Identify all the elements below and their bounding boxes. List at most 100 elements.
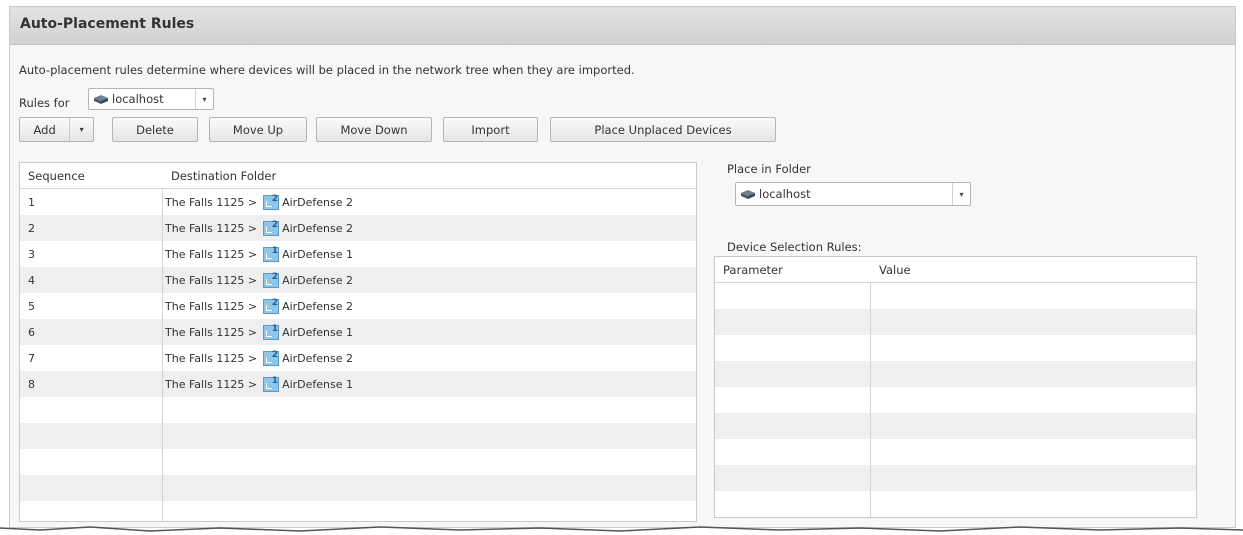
value-cell bbox=[871, 387, 1196, 413]
column-header-value[interactable]: Value bbox=[871, 257, 911, 282]
torn-edge bbox=[0, 526, 1243, 535]
folder-badge: 2 bbox=[271, 349, 279, 360]
table-row[interactable]: 4 The Falls 1125 > 2 AirDefense 2 bbox=[20, 267, 696, 293]
device-selection-rules-label: Device Selection Rules: bbox=[727, 240, 862, 254]
place-in-folder-label: Place in Folder bbox=[727, 162, 811, 176]
sequence-cell: 3 bbox=[20, 241, 163, 267]
table-header: Parameter Value bbox=[715, 257, 1196, 283]
value-cell bbox=[871, 439, 1196, 465]
table-row[interactable] bbox=[715, 309, 1196, 335]
table-row[interactable] bbox=[20, 475, 696, 501]
move-down-button[interactable]: Move Down bbox=[316, 117, 432, 142]
folder-badge: 2 bbox=[271, 219, 279, 230]
network-folder-icon: 2 bbox=[263, 297, 280, 314]
table-row[interactable] bbox=[715, 335, 1196, 361]
place-unplaced-devices-button[interactable]: Place Unplaced Devices bbox=[550, 117, 776, 142]
network-folder-icon: 2 bbox=[263, 271, 280, 288]
page-title: Auto-Placement Rules bbox=[20, 16, 195, 32]
destination-cell bbox=[163, 501, 696, 521]
parameter-cell bbox=[715, 283, 871, 309]
table-row[interactable]: 2 The Falls 1125 >2 AirDefense 2 bbox=[20, 215, 696, 241]
destination-cell: The Falls 1125 > 2 AirDefense 2 bbox=[163, 189, 696, 215]
sequence-cell: 5 bbox=[20, 293, 163, 319]
folder-name: AirDefense 2 bbox=[282, 273, 354, 287]
destination-cell bbox=[163, 475, 696, 501]
description-text: Auto-placement rules determine where dev… bbox=[19, 63, 635, 77]
server-icon bbox=[94, 94, 108, 104]
folder-path: The Falls 1125 > bbox=[165, 273, 258, 287]
table-row[interactable]: 8 The Falls 1125 > 1 AirDefense 1 bbox=[20, 371, 696, 397]
network-folder-icon: 2 bbox=[263, 349, 280, 366]
network-folder-icon: 2 bbox=[263, 219, 280, 236]
value-cell bbox=[871, 335, 1196, 361]
table-row[interactable] bbox=[715, 387, 1196, 413]
sequence-cell bbox=[20, 449, 163, 475]
panel-header: Auto-Placement Rules bbox=[10, 7, 1235, 45]
table-row[interactable]: 7 The Falls 1125 > 2 AirDefense 2 bbox=[20, 345, 696, 371]
table-row[interactable] bbox=[20, 423, 696, 449]
move-up-button[interactable]: Move Up bbox=[209, 117, 307, 142]
folder-path: The Falls 1125 > bbox=[165, 299, 258, 313]
parameter-cell bbox=[715, 413, 871, 439]
network-folder-icon: 2 bbox=[263, 193, 280, 210]
add-button[interactable]: Add ▾ bbox=[19, 117, 94, 142]
column-header-destination[interactable]: Destination Folder bbox=[163, 163, 276, 188]
folder-path: The Falls 1125 > bbox=[165, 377, 258, 391]
table-row[interactable] bbox=[20, 501, 696, 521]
folder-badge: 2 bbox=[271, 271, 279, 282]
destination-cell: The Falls 1125 > 1 AirDefense 1 bbox=[163, 241, 696, 267]
destination-cell: The Falls 1125 > 2 AirDefense 2 bbox=[163, 267, 696, 293]
folder-badge: 2 bbox=[271, 297, 279, 308]
network-folder-icon: 1 bbox=[263, 375, 280, 392]
sequence-cell bbox=[20, 501, 163, 521]
folder-path: The Falls 1125 > bbox=[165, 195, 258, 209]
table-row[interactable] bbox=[715, 361, 1196, 387]
parameter-cell bbox=[715, 335, 871, 361]
folder-name: AirDefense 2 bbox=[282, 195, 354, 209]
table-row[interactable]: 1 The Falls 1125 > 2 AirDefense 2 bbox=[20, 189, 696, 215]
parameter-cell bbox=[715, 387, 871, 413]
rules-for-select[interactable]: localhost ▾ bbox=[88, 88, 214, 110]
column-header-parameter[interactable]: Parameter bbox=[715, 257, 871, 282]
value-cell bbox=[871, 309, 1196, 335]
chevron-down-icon[interactable]: ▾ bbox=[69, 118, 93, 141]
value-cell bbox=[871, 413, 1196, 439]
sequence-cell bbox=[20, 475, 163, 501]
table-row[interactable]: 6 The Falls 1125 > 1 AirDefense 1 bbox=[20, 319, 696, 345]
rules-for-label: Rules for bbox=[19, 96, 70, 110]
table-row[interactable] bbox=[715, 491, 1196, 517]
table-row[interactable]: 3 The Falls 1125 > 1 AirDefense 1 bbox=[20, 241, 696, 267]
place-in-folder-select[interactable]: localhost ▾ bbox=[735, 182, 971, 206]
value-cell bbox=[871, 465, 1196, 491]
chevron-down-icon[interactable]: ▾ bbox=[952, 183, 970, 205]
folder-badge: 1 bbox=[271, 375, 279, 386]
sequence-cell: 4 bbox=[20, 267, 163, 293]
import-button[interactable]: Import bbox=[443, 117, 538, 142]
folder-name: AirDefense 1 bbox=[282, 247, 354, 261]
parameter-cell bbox=[715, 361, 871, 387]
column-header-sequence[interactable]: Sequence bbox=[20, 163, 163, 188]
table-row[interactable]: 5 The Falls 1125 > 2 AirDefense 2 bbox=[20, 293, 696, 319]
chevron-down-icon[interactable]: ▾ bbox=[195, 89, 213, 109]
server-icon bbox=[741, 189, 755, 199]
device-selection-table: Parameter Value bbox=[714, 256, 1197, 518]
network-folder-icon: 1 bbox=[263, 323, 280, 340]
table-row[interactable] bbox=[715, 283, 1196, 309]
network-folder-icon: 1 bbox=[263, 246, 280, 262]
table-row[interactable] bbox=[715, 465, 1196, 491]
folder-name: AirDefense 1 bbox=[282, 325, 354, 339]
rules-for-value: localhost bbox=[112, 92, 164, 106]
delete-button[interactable]: Delete bbox=[112, 117, 198, 142]
table-header: Sequence Destination Folder bbox=[20, 163, 696, 189]
folder-badge: 1 bbox=[271, 323, 279, 334]
table-row[interactable] bbox=[715, 439, 1196, 465]
add-button-label: Add bbox=[33, 122, 56, 137]
table-row[interactable] bbox=[715, 413, 1196, 439]
sequence-cell: 8 bbox=[20, 371, 163, 397]
destination-cell: The Falls 1125 > 1 AirDefense 1 bbox=[163, 319, 696, 345]
table-row[interactable] bbox=[20, 449, 696, 475]
folder-badge: 2 bbox=[271, 193, 279, 204]
folder-name: AirDefense 2 bbox=[282, 299, 354, 313]
table-row[interactable] bbox=[20, 397, 696, 423]
destination-cell: The Falls 1125 > 2 AirDefense 2 bbox=[163, 293, 696, 319]
